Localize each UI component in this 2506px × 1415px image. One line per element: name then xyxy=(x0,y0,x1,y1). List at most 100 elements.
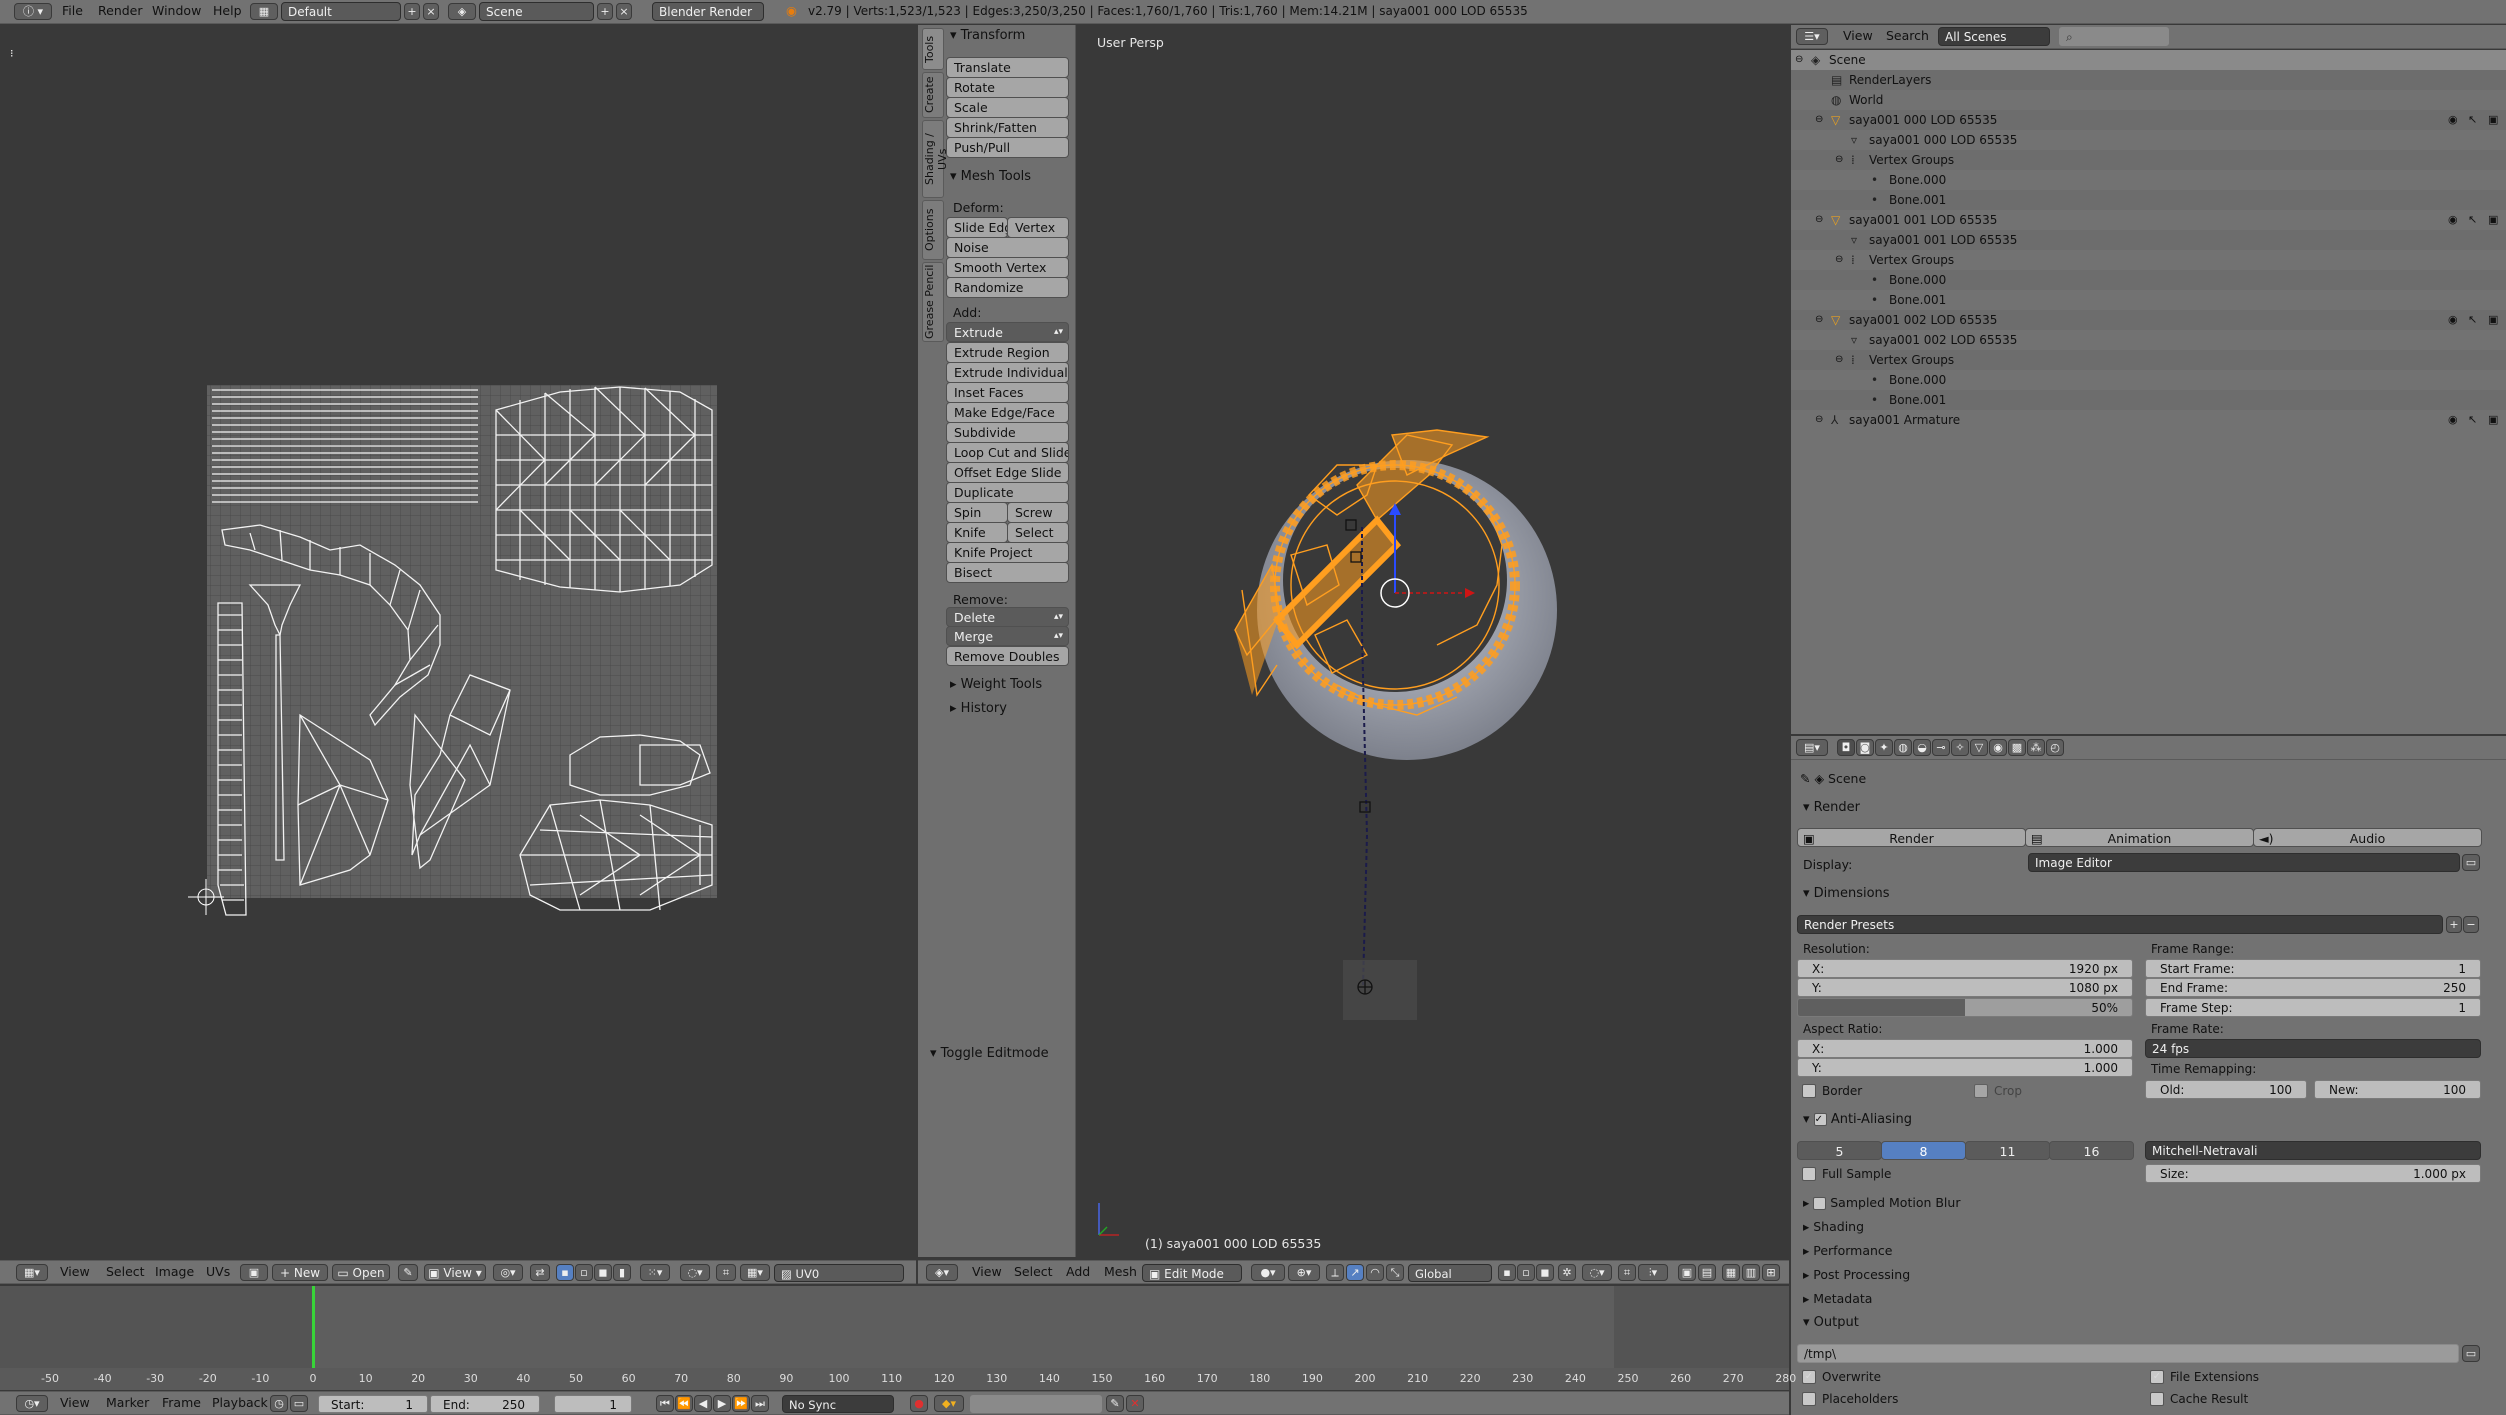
transform-button-2[interactable]: Scale xyxy=(946,97,1069,118)
tool-tab-2[interactable]: Shading / UVs xyxy=(922,120,949,198)
spin-button[interactable]: Spin xyxy=(946,502,1008,523)
collapsed-panel-header[interactable]: ▸ Performance xyxy=(1803,1243,1892,1258)
pivot-icon[interactable]: ◎▾ xyxy=(493,1264,523,1281)
render-animation-button[interactable]: ▤ Animation xyxy=(2025,828,2254,847)
render-presets-selector[interactable]: Render Presets xyxy=(1797,915,2443,934)
outliner-row[interactable]: ⊖ ▽ saya001 000 LOD 65535 ◉ ↖ ▣ xyxy=(1791,110,2506,130)
snap-element-icon[interactable]: ⫶▾ xyxy=(1638,1264,1668,1281)
output-browse-icon[interactable]: ▭ xyxy=(2462,1345,2480,1362)
outliner-row[interactable]: • Bone.000 xyxy=(1791,270,2506,290)
transform-button-4[interactable]: Push/Pull xyxy=(946,137,1069,158)
menu-window[interactable]: Window xyxy=(152,0,201,22)
world-context-icon[interactable]: ◍ xyxy=(1894,739,1912,756)
render-camera-icon[interactable]: ▣ xyxy=(2488,110,2498,130)
image-new-button[interactable]: + New xyxy=(272,1264,328,1281)
outliner-row[interactable]: ⊖ ⁞ Vertex Groups xyxy=(1791,150,2506,170)
scene-icon[interactable]: ◈ xyxy=(448,3,476,20)
play-icon[interactable]: ▶ xyxy=(713,1395,731,1412)
collapsed-panel-header[interactable]: ▸ Post Processing xyxy=(1803,1267,1910,1282)
viewport-menu-add[interactable]: Add xyxy=(1066,1261,1090,1283)
viewport-editor-type-button[interactable]: ◈▾ xyxy=(926,1264,958,1281)
mesh-tools-panel-header[interactable]: ▾ Mesh Tools xyxy=(950,169,1031,184)
aspect-y-field[interactable]: Y: 1.000 xyxy=(1797,1058,2133,1077)
toggle-editmode-panel-header[interactable]: ▾ Toggle Editmode xyxy=(930,1046,1049,1061)
end-frame-field[interactable]: End Frame: 250 xyxy=(2145,978,2481,997)
active-keying-set-input[interactable] xyxy=(970,1395,1102,1413)
layout-add-icon[interactable]: + xyxy=(404,3,420,20)
add-button-5[interactable]: Loop Cut and Slide xyxy=(946,442,1069,463)
menu-help[interactable]: Help xyxy=(213,0,242,22)
scene-context-icon[interactable]: ✦ xyxy=(1875,739,1893,756)
texture-context-icon[interactable]: ▩ xyxy=(2008,739,2026,756)
remove-doubles-button[interactable]: Remove Doubles xyxy=(946,646,1069,666)
jump-end-icon[interactable]: ⏭ xyxy=(751,1395,769,1412)
aa-samples-16-button[interactable]: 16 xyxy=(2049,1141,2134,1160)
extrude-dropdown[interactable]: Extrude ▴▾ xyxy=(946,322,1069,342)
screw-button[interactable]: Screw xyxy=(1007,502,1069,523)
aa-samples-11-button[interactable]: 11 xyxy=(1965,1141,2050,1160)
delete-keyframe-icon[interactable]: ✕ xyxy=(1126,1395,1144,1412)
jump-keyframe-forward-icon[interactable]: ⏩ xyxy=(732,1395,750,1412)
constraints-context-icon[interactable]: ⊸ xyxy=(1932,739,1950,756)
menu-render[interactable]: Render xyxy=(98,0,143,22)
aa-samples-5-button[interactable]: 5 xyxy=(1797,1141,1882,1160)
outliner-row[interactable]: • Bone.000 xyxy=(1791,170,2506,190)
outliner-row[interactable]: ⊖ ⁞ Vertex Groups xyxy=(1791,250,2506,270)
uv-editor-type-button[interactable]: ▦▾ xyxy=(16,1264,48,1281)
start-frame-field[interactable]: Start Frame: 1 xyxy=(2145,959,2481,978)
resolution-percentage-slider[interactable]: 50% xyxy=(1797,998,2133,1017)
jump-keyframe-back-icon[interactable]: ⏪ xyxy=(675,1395,693,1412)
outliner-row[interactable]: ⊖ ▽ saya001 001 LOD 65535 ◉ ↖ ▣ xyxy=(1791,210,2506,230)
layout-selector[interactable]: Default xyxy=(281,2,401,21)
add-button-4[interactable]: Subdivide xyxy=(946,422,1069,443)
proportional-edit-icon[interactable]: ◌▾ xyxy=(680,1264,710,1281)
edge-select-icon[interactable]: ▫ xyxy=(575,1264,593,1281)
delete-dropdown[interactable]: Delete ▴▾ xyxy=(946,607,1069,627)
vertex-select-mode-icon[interactable]: ▪ xyxy=(1498,1264,1516,1281)
add-button-6[interactable]: Offset Edge Slide xyxy=(946,462,1069,483)
translate-manipulator-icon[interactable]: ↗ xyxy=(1346,1264,1364,1281)
outliner-menu-search[interactable]: Search xyxy=(1886,25,1929,47)
viewport-3d[interactable]: User Persp (1) saya001 000 LOD 65535 xyxy=(1077,25,1789,1257)
sync-mode-selector[interactable]: No Sync xyxy=(782,1395,894,1413)
knife-button[interactable]: Knife xyxy=(946,522,1008,543)
outliner-row[interactable]: • Bone.000 xyxy=(1791,370,2506,390)
face-select-mode-icon[interactable]: ◼ xyxy=(1536,1264,1554,1281)
render-camera-icon[interactable]: ▣ xyxy=(2488,210,2498,230)
outliner-editor-type-button[interactable]: ☰▾ xyxy=(1796,28,1828,45)
timeline-menu-frame[interactable]: Frame xyxy=(162,1392,201,1414)
proportional-editing-icon[interactable]: ◌▾ xyxy=(1582,1264,1612,1281)
outliner-menu-view[interactable]: View xyxy=(1843,25,1873,47)
viewport-menu-mesh[interactable]: Mesh xyxy=(1104,1261,1137,1283)
lock-frame-icon[interactable]: ▭ xyxy=(290,1395,308,1412)
expand-toggle-icon[interactable]: ⊖ xyxy=(1835,250,1843,270)
object-context-icon[interactable]: ◒ xyxy=(1913,739,1931,756)
render-panel-header[interactable]: ▾ Render xyxy=(1803,800,1860,815)
viewport-menu-view[interactable]: View xyxy=(972,1261,1002,1283)
selectable-cursor-icon[interactable]: ↖ xyxy=(2468,110,2477,130)
properties-editor-type-button[interactable]: ▤▾ xyxy=(1796,739,1828,756)
outliner-row[interactable]: • Bone.001 xyxy=(1791,190,2506,210)
add-button-0[interactable]: Extrude Region xyxy=(946,342,1069,363)
opengl-render-animation-icon[interactable]: ▤ xyxy=(1698,1264,1716,1281)
motion-blur-checkbox[interactable] xyxy=(1813,1197,1827,1210)
timeline-end-field[interactable]: End: 250 xyxy=(430,1395,540,1413)
deform-button-1[interactable]: Smooth Vertex xyxy=(946,257,1069,278)
extra-icon-2[interactable]: ▥ xyxy=(1742,1264,1760,1281)
slide-edge-button[interactable]: Slide Edge xyxy=(946,217,1008,238)
resolution-y-field[interactable]: Y: 1080 px xyxy=(1797,978,2133,997)
expand-toggle-icon[interactable]: ⊖ xyxy=(1795,50,1803,70)
manipulator-toggle-icon[interactable]: ⟂ xyxy=(1326,1264,1344,1281)
resolution-x-field[interactable]: X: 1920 px xyxy=(1797,959,2133,978)
timeline-editor-type-button[interactable]: ◷▾ xyxy=(16,1395,48,1412)
time-remap-new-field[interactable]: New: 100 xyxy=(2314,1080,2481,1099)
play-reverse-icon[interactable]: ◀ xyxy=(694,1395,712,1412)
modifiers-context-icon[interactable]: ✧ xyxy=(1951,739,1969,756)
insert-keyframe-icon[interactable]: ✎ xyxy=(1106,1395,1124,1412)
material-context-icon[interactable]: ◉ xyxy=(1989,739,2007,756)
outliner-row[interactable]: ▿ saya001 000 LOD 65535 xyxy=(1791,130,2506,150)
uv-menu-uvs[interactable]: UVs xyxy=(206,1261,230,1283)
aa-filter-selector[interactable]: Mitchell-Netravali xyxy=(2145,1141,2481,1160)
add-button-3[interactable]: Make Edge/Face xyxy=(946,402,1069,423)
face-select-icon[interactable]: ◼ xyxy=(594,1264,612,1281)
